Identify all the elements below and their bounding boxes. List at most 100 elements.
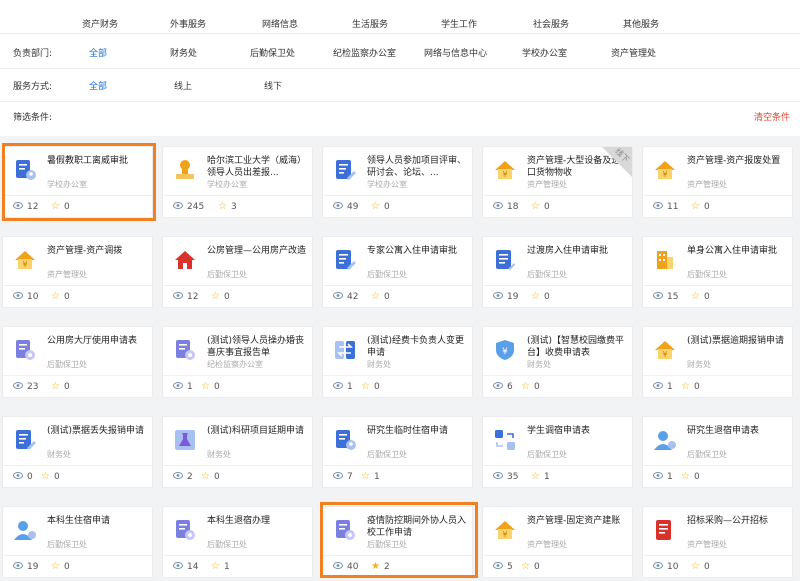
favorite-count[interactable]: ☆ 0	[51, 202, 70, 213]
service-card[interactable]: ¥ (测试)票据逾期报销申请 财务处 1 ☆ 0	[642, 326, 793, 398]
star-icon[interactable]: ☆	[218, 202, 227, 212]
star-icon[interactable]: ☆	[691, 202, 700, 212]
service-card[interactable]: 学生调宿申请表 后勤保卫处 35 ☆ 1	[482, 416, 633, 488]
star-icon[interactable]: ☆	[521, 562, 530, 572]
favorite-count[interactable]: ☆ 0	[531, 292, 550, 303]
service-card[interactable]: ¥ 资产管理-资产报废处置 资产管理处 11 ☆ 0	[642, 146, 793, 218]
star-icon[interactable]: ☆	[51, 382, 60, 392]
dept-option[interactable]: 资产管理处	[611, 46, 656, 59]
service-card[interactable]: (测试)科研项目延期申请 财务处 2 ☆ 0	[162, 416, 313, 488]
star-icon[interactable]: ☆	[51, 562, 60, 572]
service-card[interactable]: 公房管理—公用房产改造 后勤保卫处 12 ☆ 0	[162, 236, 313, 308]
card-dept: 资产管理处	[687, 540, 727, 549]
star-icon[interactable]: ☆	[681, 472, 690, 482]
favorite-count[interactable]: ☆ 1	[211, 562, 230, 573]
service-card[interactable]: 专家公寓入住申请审批 后勤保卫处 42 ☆ 0	[322, 236, 473, 308]
favorite-count[interactable]: ☆ 0	[691, 562, 710, 573]
star-icon[interactable]: ☆	[361, 472, 370, 482]
star-icon[interactable]: ☆	[41, 472, 50, 482]
mode-option[interactable]: 线下	[264, 79, 282, 92]
dept-option[interactable]: 网络与信息中心	[424, 46, 487, 59]
card-title: 领导人员参加项目评审、研讨会、论坛、...	[367, 156, 467, 178]
category-tab[interactable]: 生活服务	[352, 17, 388, 30]
favorite-count[interactable]: ☆ 0	[681, 472, 700, 483]
favorite-count[interactable]: ☆ 0	[371, 292, 390, 303]
dept-option[interactable]: 财务处	[170, 46, 197, 59]
favorite-count[interactable]: ☆ 0	[521, 382, 540, 393]
star-icon[interactable]: ☆	[531, 472, 540, 482]
star-icon[interactable]: ☆	[51, 202, 60, 212]
dept-option[interactable]: 学校办公室	[522, 46, 567, 59]
star-icon[interactable]: ☆	[531, 292, 540, 302]
service-card[interactable]: 公用房大厅使用申请表 后勤保卫处 23 ☆ 0	[2, 326, 153, 398]
service-card[interactable]: 疫情防控期间外协人员入校工作申请 后勤保卫处 40 ★ 2	[322, 506, 473, 578]
service-card[interactable]: 本科生退宿办理 后勤保卫处 14 ☆ 1	[162, 506, 313, 578]
service-card[interactable]: 研究生退宿申请表 后勤保卫处 1 ☆ 0	[642, 416, 793, 488]
service-card[interactable]: (测试)经费卡负责人变更申请 财务处 1 ☆ 0	[322, 326, 473, 398]
service-card[interactable]: (测试)票据丢失报销申请 财务处 0 ☆ 0	[2, 416, 153, 488]
star-icon[interactable]: ☆	[691, 562, 700, 572]
document-edit-icon	[333, 248, 357, 272]
service-card[interactable]: (测试)领导人员操办婚丧喜庆事宜报告单 纪检监察办公室 1 ☆ 0	[162, 326, 313, 398]
star-icon[interactable]: ☆	[371, 202, 380, 212]
service-card[interactable]: ¥ 资产管理-大型设备及进口货物物收 资产管理处 18 ☆ 0 线下	[482, 146, 633, 218]
favorite-count[interactable]: ☆ 1	[361, 472, 380, 483]
star-icon[interactable]: ☆	[211, 562, 220, 572]
category-tab[interactable]: 社会服务	[533, 17, 569, 30]
favorite-count[interactable]: ☆ 0	[41, 472, 60, 483]
star-icon[interactable]: ☆	[361, 382, 370, 392]
favorite-count[interactable]: ☆ 0	[681, 382, 700, 393]
favorite-count[interactable]: ☆ 3	[218, 202, 237, 213]
service-card[interactable]: 领导人员参加项目评审、研讨会、论坛、... 学校办公室 49 ☆ 0	[322, 146, 473, 218]
service-card[interactable]: 招标采购—公开招标 资产管理处 10 ☆ 0	[642, 506, 793, 578]
favorite-count[interactable]: ☆ 0	[201, 472, 220, 483]
category-tab[interactable]: 其他服务	[623, 17, 659, 30]
view-count-value: 1	[667, 382, 673, 392]
mode-option[interactable]: 线上	[174, 79, 192, 92]
star-icon[interactable]: ☆	[371, 292, 380, 302]
dept-option[interactable]: 后勤保卫处	[250, 46, 295, 59]
service-card[interactable]: ¥ (测试)【智慧校园缴费平台】收费申请表 财务处 6 ☆ 0	[482, 326, 633, 398]
star-icon[interactable]: ☆	[521, 382, 530, 392]
star-icon[interactable]: ☆	[211, 292, 220, 302]
favorite-count[interactable]: ☆ 0	[51, 382, 70, 393]
favorite-count[interactable]: ☆ 1	[531, 472, 550, 483]
category-tab[interactable]: 资产财务	[82, 17, 118, 30]
favorite-count[interactable]: ☆ 0	[201, 382, 220, 393]
favorite-count[interactable]: ☆ 0	[211, 292, 230, 303]
dept-option[interactable]: 全部	[89, 46, 107, 59]
service-card[interactable]: ¥ 资产管理-资产调拨 资产管理处 10 ☆ 0	[2, 236, 153, 308]
card-dept: 学校办公室	[367, 180, 407, 189]
favorite-count-value: 0	[53, 472, 60, 482]
star-icon[interactable]: ☆	[681, 382, 690, 392]
service-card[interactable]: 研究生临时住宿申请 后勤保卫处 7 ☆ 1	[322, 416, 473, 488]
dept-option[interactable]: 纪检监察办公室	[333, 46, 396, 59]
service-card[interactable]: 单身公寓入住申请审批 后勤保卫处 15 ☆ 0	[642, 236, 793, 308]
category-tab[interactable]: 外事服务	[170, 17, 206, 30]
star-icon[interactable]: ★	[371, 562, 380, 572]
favorite-count[interactable]: ☆ 0	[521, 562, 540, 573]
clear-conditions-button[interactable]: 清空条件	[754, 110, 790, 123]
star-icon[interactable]: ☆	[201, 472, 210, 482]
favorite-count[interactable]: ★ 2	[371, 562, 390, 573]
service-card[interactable]: 暑假教职工离威审批 学校办公室 12 ☆ 0	[2, 146, 153, 218]
favorite-count[interactable]: ☆ 0	[691, 292, 710, 303]
star-icon[interactable]: ☆	[691, 292, 700, 302]
document-gear-icon	[13, 338, 37, 362]
service-card[interactable]: 哈尔滨工业大学（威海）领导人员出差报... 学校办公室 245 ☆ 3	[162, 146, 313, 218]
star-icon[interactable]: ☆	[531, 202, 540, 212]
star-icon[interactable]: ☆	[201, 382, 210, 392]
category-tab[interactable]: 学生工作	[441, 17, 477, 30]
favorite-count[interactable]: ☆ 0	[51, 562, 70, 573]
service-card[interactable]: ¥ 资产管理-固定资产建账 资产管理处 5 ☆ 0	[482, 506, 633, 578]
favorite-count[interactable]: ☆ 0	[51, 292, 70, 303]
mode-option[interactable]: 全部	[89, 79, 107, 92]
favorite-count[interactable]: ☆ 0	[531, 202, 550, 213]
favorite-count[interactable]: ☆ 0	[691, 202, 710, 213]
favorite-count[interactable]: ☆ 0	[371, 202, 390, 213]
service-card[interactable]: 本科生住宿申请 后勤保卫处 19 ☆ 0	[2, 506, 153, 578]
service-card[interactable]: 过渡房入住申请审批 后勤保卫处 19 ☆ 0	[482, 236, 633, 308]
star-icon[interactable]: ☆	[51, 292, 60, 302]
favorite-count[interactable]: ☆ 0	[361, 382, 380, 393]
category-tab[interactable]: 网络信息	[262, 17, 298, 30]
